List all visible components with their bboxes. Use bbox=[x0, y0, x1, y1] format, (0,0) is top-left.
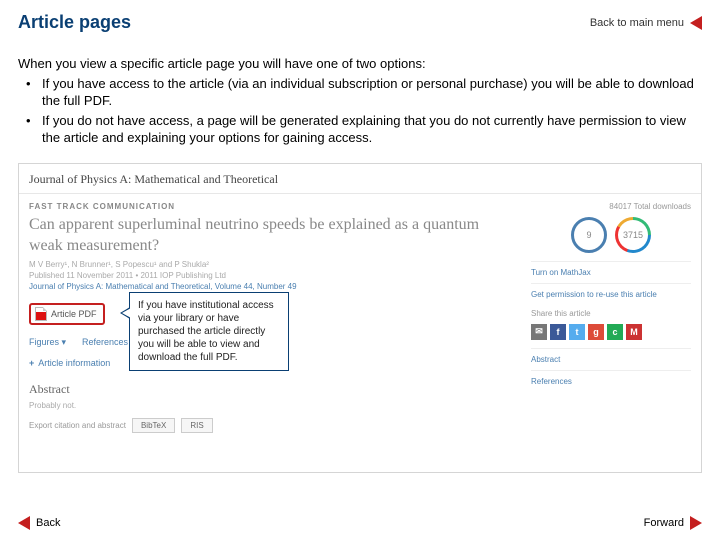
bullet-item: If you have access to the article (via a… bbox=[32, 75, 702, 110]
share-citeulike-icon[interactable]: c bbox=[607, 324, 623, 340]
share-email-icon[interactable]: ✉ bbox=[531, 324, 547, 340]
references-tab[interactable]: References bbox=[82, 337, 128, 348]
intro-line: When you view a specific article page yo… bbox=[18, 55, 702, 73]
plus-icon: + bbox=[29, 358, 34, 368]
figures-tab[interactable]: Figures ▾ bbox=[29, 337, 66, 348]
page-title: Article pages bbox=[18, 12, 131, 33]
export-bibtex-button[interactable]: BibTeX bbox=[132, 418, 175, 433]
triangle-left-icon bbox=[690, 16, 702, 30]
share-label: Share this article bbox=[531, 309, 691, 318]
mathjax-toggle[interactable]: Turn on MathJax bbox=[531, 261, 691, 283]
article-published: Published 11 November 2011 • 2011 IOP Pu… bbox=[29, 271, 511, 280]
metric-circle: 9 bbox=[571, 217, 607, 253]
share-mendeley-icon[interactable]: M bbox=[626, 324, 642, 340]
metric-circle: 3715 bbox=[615, 217, 651, 253]
triangle-left-icon bbox=[18, 516, 30, 530]
share-facebook-icon[interactable]: f bbox=[550, 324, 566, 340]
forward-label: Forward bbox=[644, 517, 684, 529]
share-row: ✉ f t g c M bbox=[531, 324, 691, 340]
article-authors: M V Berry¹, N Brunner¹, S Popescu¹ and P… bbox=[29, 260, 511, 269]
intro-block: When you view a specific article page yo… bbox=[0, 41, 720, 153]
article-breadcrumb: Journal of Physics A: Mathematical and T… bbox=[29, 282, 511, 291]
callout-box: If you have institutional access via you… bbox=[129, 292, 289, 371]
fast-track-tag: FAST TRACK COMMUNICATION bbox=[29, 202, 511, 211]
abstract-heading: Abstract bbox=[29, 382, 511, 397]
pdf-label: Article PDF bbox=[51, 309, 97, 319]
sidebar-references-link[interactable]: References bbox=[531, 371, 691, 392]
export-label: Export citation and abstract bbox=[29, 421, 126, 430]
share-twitter-icon[interactable]: t bbox=[569, 324, 585, 340]
triangle-right-icon bbox=[690, 516, 702, 530]
forward-button[interactable]: Forward bbox=[644, 516, 702, 530]
sidebar-abstract-link[interactable]: Abstract bbox=[531, 348, 691, 371]
journal-name: Journal of Physics A: Mathematical and T… bbox=[19, 164, 701, 194]
back-to-main-menu-button[interactable]: Back to main menu bbox=[590, 16, 702, 30]
article-title: Can apparent superluminal neutrino speed… bbox=[29, 215, 511, 257]
article-info-label: Article information bbox=[38, 358, 110, 368]
share-google-icon[interactable]: g bbox=[588, 324, 604, 340]
downloads-count: 84017 Total downloads bbox=[531, 202, 691, 211]
abstract-text: Probably not. bbox=[29, 401, 511, 410]
article-pdf-button[interactable]: Article PDF bbox=[29, 303, 105, 325]
pdf-icon bbox=[35, 307, 47, 321]
permission-link[interactable]: Get permission to re-use this article bbox=[531, 283, 691, 305]
bullet-item: If you do not have access, a page will b… bbox=[32, 112, 702, 147]
back-main-label: Back to main menu bbox=[590, 17, 684, 29]
article-screenshot: Journal of Physics A: Mathematical and T… bbox=[18, 163, 702, 473]
export-ris-button[interactable]: RIS bbox=[181, 418, 212, 433]
back-label: Back bbox=[36, 517, 60, 529]
back-button[interactable]: Back bbox=[18, 516, 60, 530]
